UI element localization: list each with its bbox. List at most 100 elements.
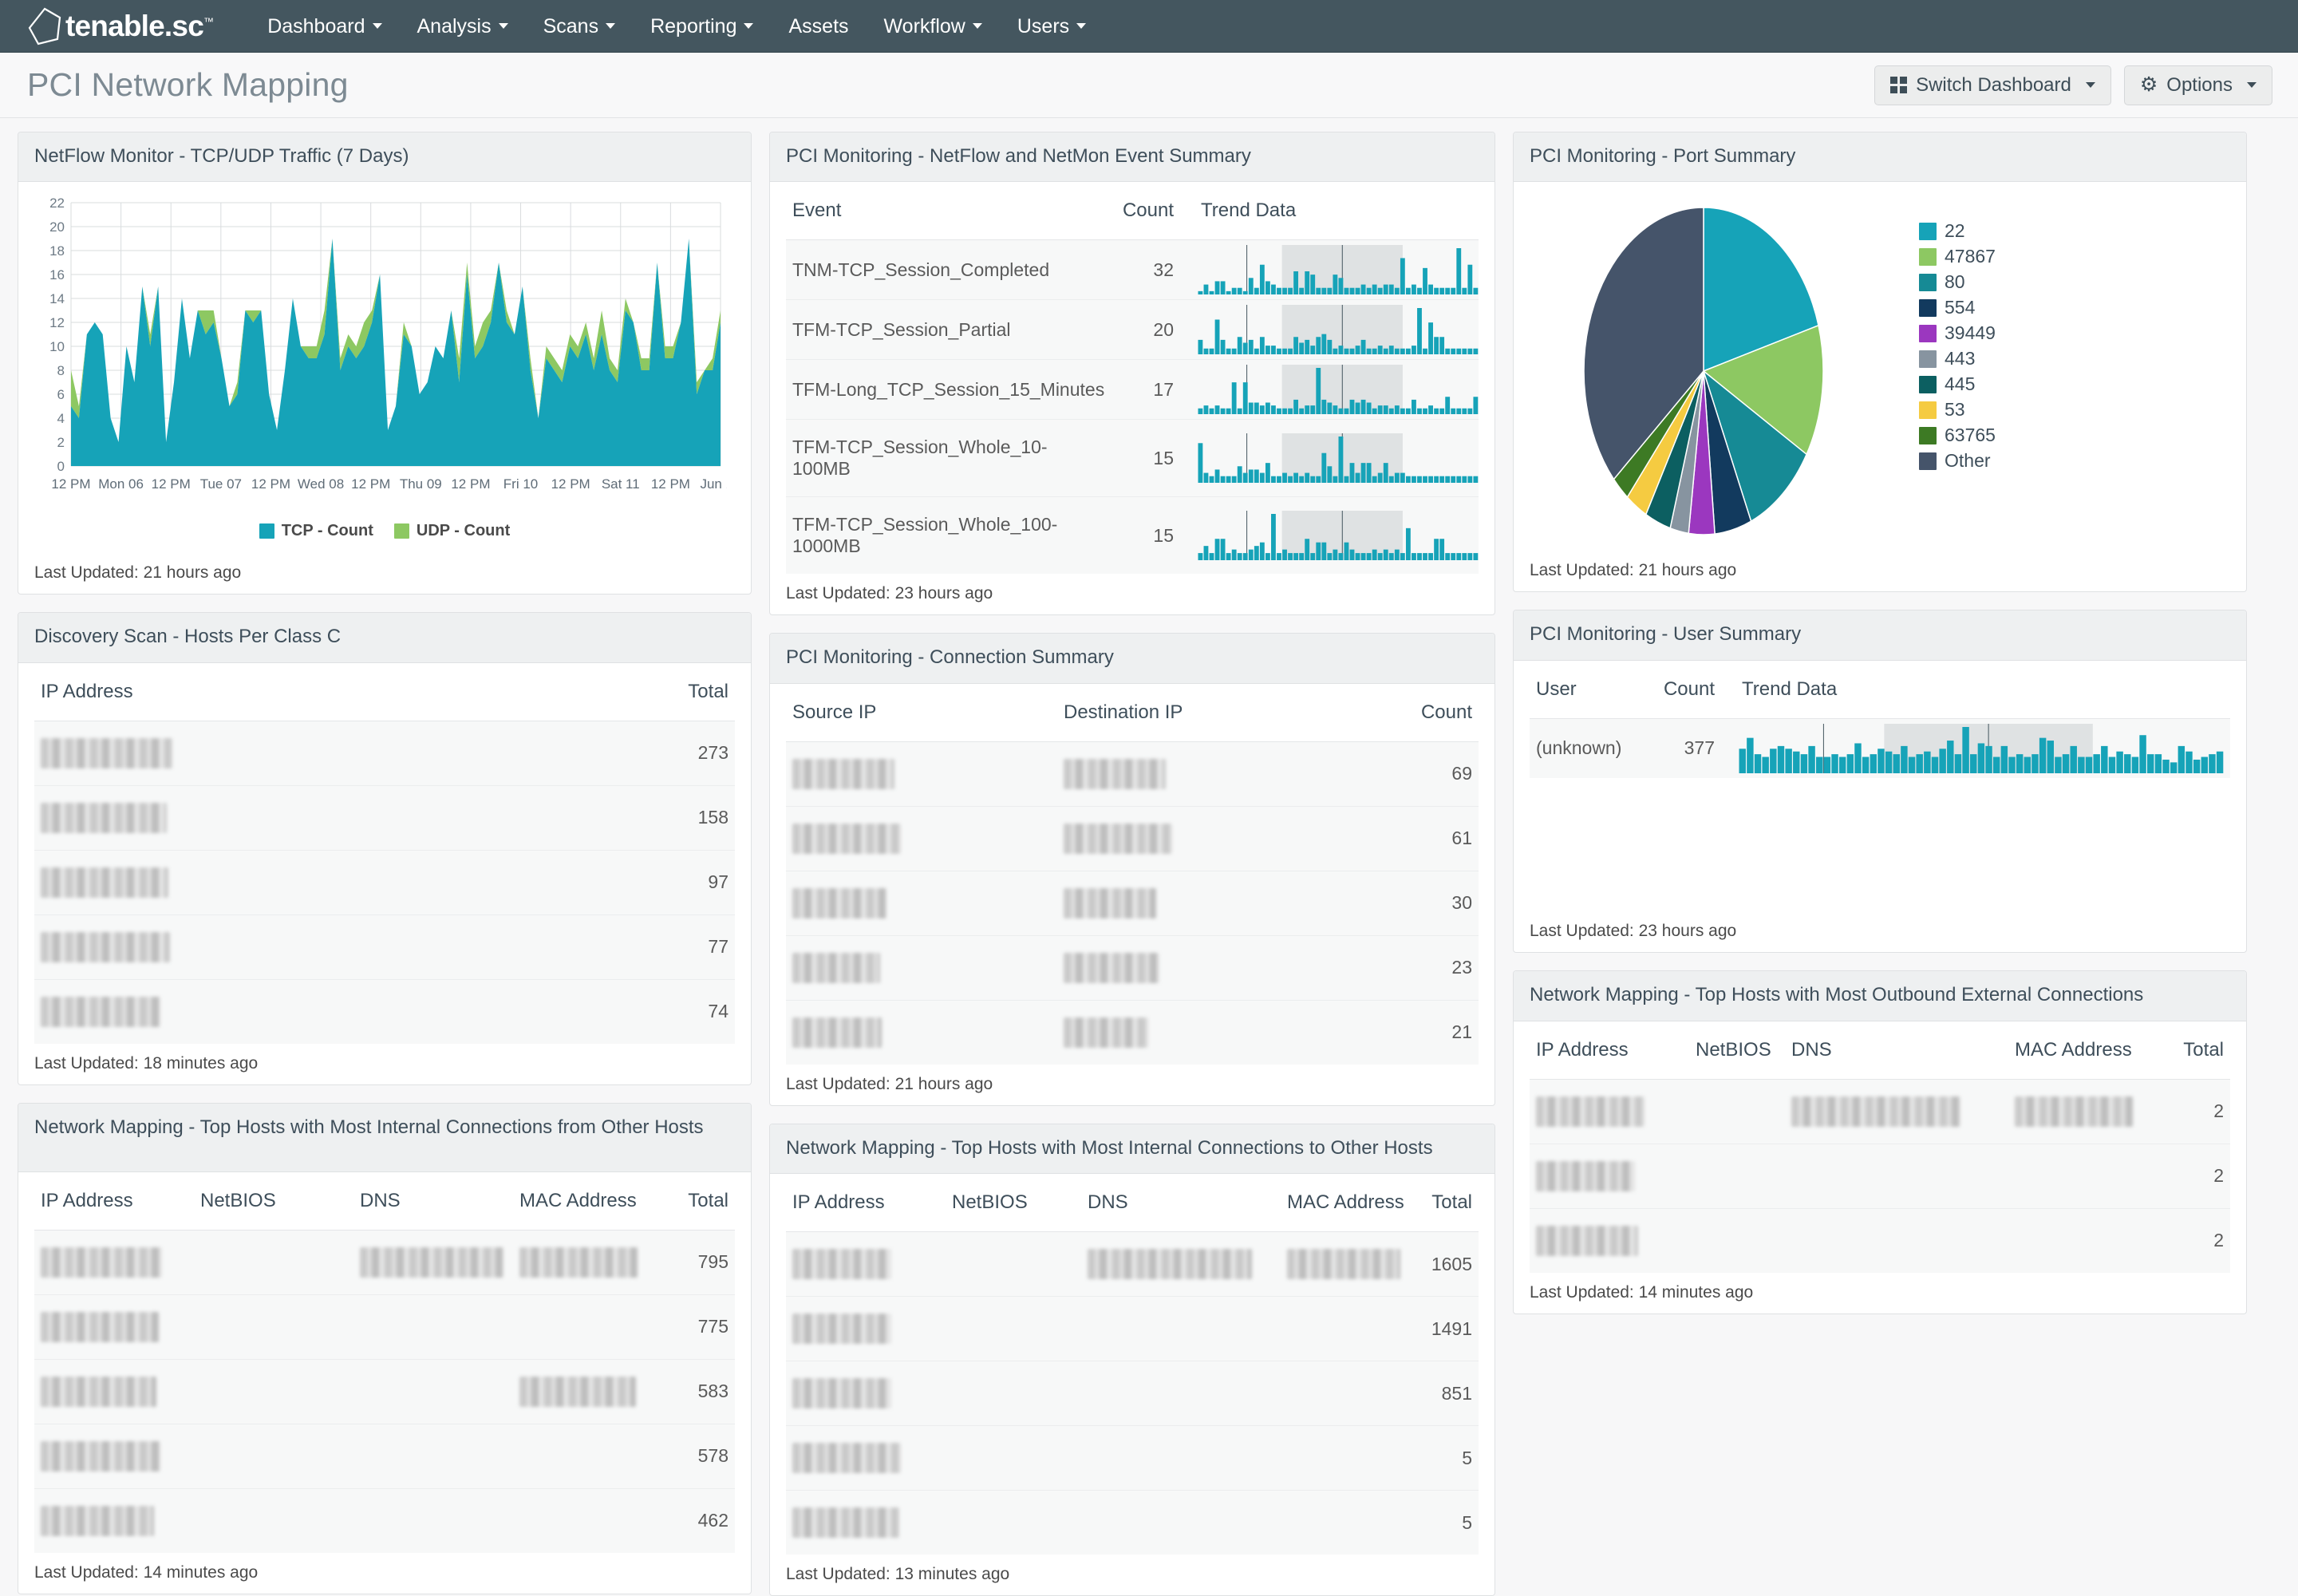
cell-mac [1281,1491,1424,1555]
column-header-ip[interactable]: IP Address [34,1172,194,1231]
svg-text:Wed 08: Wed 08 [298,476,344,492]
column-header-total[interactable]: Total [1424,1174,1479,1232]
column-header-mac[interactable]: MAC Address [1281,1174,1424,1232]
pie-legend-item[interactable]: 443 [1919,348,1996,369]
table-row[interactable]: TFM-Long_TCP_Session_15_Minutes 17 [786,360,1479,420]
column-header-netbios[interactable]: NetBIOS [946,1174,1081,1232]
pie-legend-item[interactable]: 53 [1919,399,1996,421]
cell-total: 2 [2152,1079,2230,1144]
table-row[interactable]: TFM-TCP_Session_Whole_100-1000MB 15 [786,497,1479,575]
table-row[interactable]: 30 [786,871,1479,935]
cell-user: (unknown) [1530,718,1633,778]
table-row[interactable]: TFM-TCP_Session_Whole_10-100MB 15 [786,420,1479,497]
table-row[interactable]: 97 [34,850,735,915]
pie-holder [1528,200,1879,543]
nav-item-users[interactable]: Users [1000,0,1104,53]
cell-netbios [194,1230,353,1294]
cell-trend [1180,240,1479,300]
column-header-ip[interactable]: IP Address [786,1174,946,1232]
column-header-dns[interactable]: DNS [353,1172,513,1231]
table-row[interactable]: 795 [34,1230,735,1294]
column-header-trend[interactable]: Trend Data [1180,182,1479,240]
table-row[interactable]: 2 [1530,1144,2230,1208]
table-row[interactable]: 21 [786,1000,1479,1065]
cell-mac [1281,1426,1424,1491]
column-header-count[interactable]: Count [1344,684,1479,742]
column-header-count[interactable]: Count [1633,661,1721,719]
svg-text:12 PM: 12 PM [651,476,690,492]
column-header-user[interactable]: User [1530,661,1633,719]
options-button[interactable]: ⚙ Options [2124,65,2272,105]
nav-item-assets[interactable]: Assets [771,0,866,53]
redacted-value [792,759,894,789]
column-header-total[interactable]: Total [547,663,735,721]
table-row[interactable]: 74 [34,979,735,1044]
pie-legend-item[interactable]: 445 [1919,373,1996,395]
table-row[interactable]: 2 [1530,1079,2230,1144]
nav-item-workflow[interactable]: Workflow [867,0,1000,53]
cell-count: 17 [1111,360,1180,420]
table-row[interactable]: 775 [34,1294,735,1359]
pie-legend-item[interactable]: 80 [1919,271,1996,293]
table-row[interactable]: (unknown) 377 [1530,718,2230,778]
column-header-netbios[interactable]: NetBIOS [194,1172,353,1231]
nav-item-analysis[interactable]: Analysis [400,0,526,53]
column-header-total[interactable]: Total [665,1172,735,1231]
cell-total: 74 [547,979,735,1044]
table-row[interactable]: 61 [786,806,1479,871]
nav-label: Dashboard [267,0,365,53]
logo-text: tenable.sc [65,10,203,42]
column-header-count[interactable]: Count [1111,182,1180,240]
pie-legend-item[interactable]: Other [1919,450,1996,472]
column-header-dns[interactable]: DNS [1081,1174,1281,1232]
table-row[interactable]: 583 [34,1359,735,1424]
table-row[interactable]: 77 [34,915,735,979]
table-row[interactable]: 1605 [786,1232,1479,1297]
pie-legend-swatch [1919,376,1937,393]
table-row[interactable]: TFM-TCP_Session_Partial 20 [786,300,1479,360]
table-row[interactable]: 69 [786,741,1479,806]
table-row[interactable]: 273 [34,721,735,785]
table-row[interactable]: 462 [34,1488,735,1553]
chevron-down-icon [606,23,615,29]
pie-legend-item[interactable]: 47867 [1919,246,1996,267]
column-header-total[interactable]: Total [2152,1021,2230,1080]
pie-legend-item[interactable]: 63765 [1919,425,1996,446]
nav-item-scans[interactable]: Scans [526,0,633,53]
cell-dns [1785,1208,2008,1273]
pie-legend-item[interactable]: 22 [1919,220,1996,242]
tenable-logo[interactable]: tenable.sc™ [27,7,213,45]
table-row[interactable]: 578 [34,1424,735,1488]
table-row[interactable]: TNM-TCP_Session_Completed 32 [786,240,1479,300]
column-header-dns[interactable]: DNS [1785,1021,2008,1080]
table-row[interactable]: 23 [786,935,1479,1000]
pie-legend-label: 39449 [1945,322,1996,344]
table-row[interactable]: 158 [34,785,735,850]
svg-text:8: 8 [57,363,65,378]
column-header-event[interactable]: Event [786,182,1111,240]
column-header-source-ip[interactable]: Source IP [786,684,1057,742]
grid-icon [1890,77,1907,93]
cell-count: 377 [1633,718,1721,778]
column-header-netbios[interactable]: NetBIOS [1689,1021,1785,1080]
cell-trend [1180,360,1479,420]
table-row[interactable]: 1491 [786,1297,1479,1361]
svg-text:20: 20 [49,219,65,235]
column-header-mac[interactable]: MAC Address [513,1172,665,1231]
column-header-trend[interactable]: Trend Data [1721,661,2230,719]
column-header-ip[interactable]: IP Address [34,663,547,721]
table-row[interactable]: 2 [1530,1208,2230,1273]
nav-item-reporting[interactable]: Reporting [633,0,771,53]
cell-trend [1180,420,1479,497]
pie-legend-item[interactable]: 39449 [1919,322,1996,344]
table-row[interactable]: 851 [786,1361,1479,1426]
column-header-ip[interactable]: IP Address [1530,1021,1689,1080]
panel-internal-connections-to: Network Mapping - Top Hosts with Most In… [769,1124,1495,1596]
column-header-mac[interactable]: MAC Address [2008,1021,2152,1080]
column-header-destination-ip[interactable]: Destination IP [1057,684,1344,742]
table-row[interactable]: 5 [786,1491,1479,1555]
pie-legend-item[interactable]: 554 [1919,297,1996,318]
switch-dashboard-button[interactable]: Switch Dashboard [1874,65,2111,105]
table-row[interactable]: 5 [786,1426,1479,1491]
nav-item-dashboard[interactable]: Dashboard [250,0,399,53]
